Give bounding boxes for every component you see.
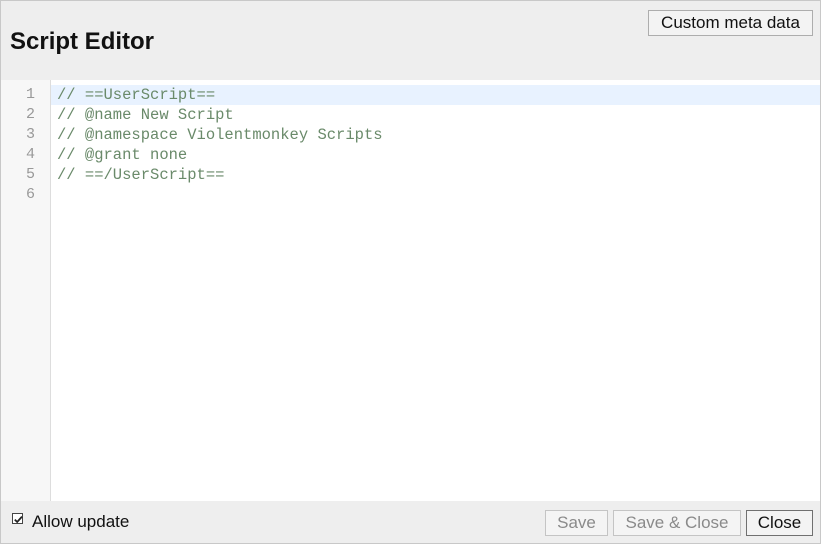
checkmark-icon bbox=[14, 516, 23, 524]
code-line[interactable]: // @grant none bbox=[51, 145, 820, 165]
code-line-active[interactable]: // ==UserScript== bbox=[51, 85, 820, 105]
editor-footer: Allow update Save Save & Close Close bbox=[1, 501, 820, 543]
custom-meta-data-button[interactable]: Custom meta data bbox=[648, 10, 813, 36]
allow-update-label: Allow update bbox=[32, 512, 130, 531]
line-numbers: 1 2 3 4 5 6 bbox=[1, 85, 35, 205]
line-number: 2 bbox=[25, 106, 35, 123]
editor-header: Script Editor Custom meta data bbox=[1, 1, 820, 80]
line-number: 5 bbox=[25, 166, 35, 183]
code-line[interactable]: // @namespace Violentmonkey Scripts bbox=[51, 125, 820, 145]
close-button[interactable]: Close bbox=[746, 510, 813, 536]
script-editor-dialog: Script Editor Custom meta data 1 2 3 4 5… bbox=[0, 0, 821, 544]
page-title: Script Editor bbox=[10, 28, 155, 55]
code-line[interactable]: // @name New Script bbox=[51, 105, 820, 125]
code-lines[interactable]: // ==UserScript== // @name New Script //… bbox=[51, 85, 820, 205]
line-number: 3 bbox=[25, 126, 35, 143]
line-number-gutter: 1 2 3 4 5 6 bbox=[1, 80, 51, 501]
save-button[interactable]: Save bbox=[545, 510, 608, 536]
allow-update-checkbox[interactable] bbox=[12, 513, 23, 524]
line-number: 6 bbox=[25, 186, 35, 203]
line-number: 4 bbox=[25, 146, 35, 163]
code-editor[interactable]: 1 2 3 4 5 6 // ==UserScript== // @name N… bbox=[1, 80, 820, 501]
code-line[interactable]: // ==/UserScript== bbox=[51, 165, 820, 185]
line-number: 1 bbox=[25, 86, 35, 103]
save-and-close-button[interactable]: Save & Close bbox=[613, 510, 741, 536]
code-line[interactable] bbox=[51, 185, 820, 205]
